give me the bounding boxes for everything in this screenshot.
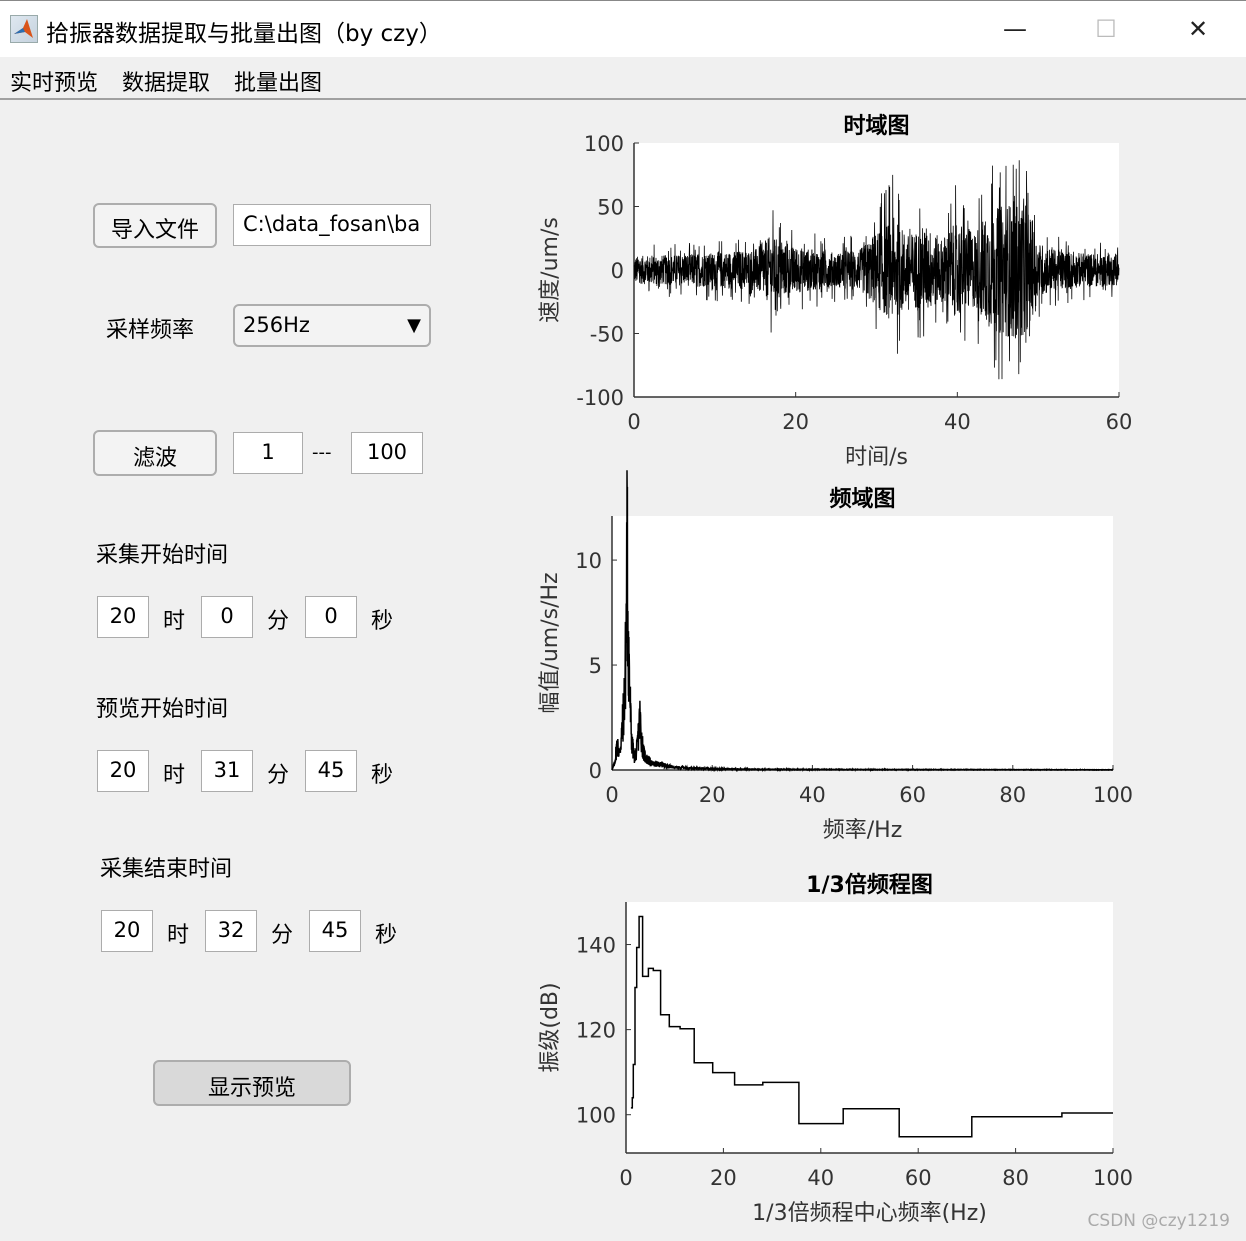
- x-tick-label: 100: [1093, 783, 1133, 807]
- x-tick-label: 80: [999, 783, 1026, 807]
- x-tick-label: 60: [1106, 410, 1133, 434]
- y-tick-label: 10: [575, 549, 602, 573]
- x-axis-label: 时间/s: [845, 445, 908, 470]
- y-tick-label: 100: [584, 132, 624, 156]
- x-tick-label: 100: [1093, 1166, 1133, 1190]
- x-tick-label: 60: [905, 1166, 932, 1190]
- y-tick-label: -50: [590, 323, 624, 347]
- y-tick-label: 100: [576, 1104, 616, 1128]
- x-tick-label: 20: [710, 1166, 737, 1190]
- x-axis-label: 1/3倍频程中心频率(Hz): [752, 1201, 987, 1226]
- y-tick-label: 0: [589, 759, 602, 783]
- chart-title: 1/3倍频程图: [806, 872, 933, 898]
- y-tick-label: 50: [597, 196, 624, 220]
- y-tick-label: 140: [576, 934, 616, 958]
- watermark: CSDN @czy1219: [1087, 1211, 1230, 1231]
- x-tick-label: 0: [605, 783, 618, 807]
- y-tick-label: -100: [576, 386, 624, 410]
- x-tick-label: 40: [944, 410, 971, 434]
- x-tick-label: 40: [799, 783, 826, 807]
- plot-area: [626, 902, 1113, 1153]
- chart-title: 频域图: [829, 486, 895, 512]
- x-axis-label: 频率/Hz: [823, 818, 903, 843]
- x-tick-label: 80: [1002, 1166, 1029, 1190]
- y-axis-label: 振级(dB): [538, 982, 563, 1072]
- x-tick-label: 0: [619, 1166, 632, 1190]
- x-tick-label: 40: [807, 1166, 834, 1190]
- y-tick-label: 5: [589, 654, 602, 678]
- y-axis-label: 幅值/um/s/Hz: [538, 572, 563, 713]
- charts-area: 时域图时间/s速度/um/s0 20 40 60100500-50-100频域图频率/…: [538, 113, 1133, 1226]
- x-tick-label: 60: [899, 783, 926, 807]
- x-tick-label: 20: [782, 410, 809, 434]
- chart-title: 时域图: [843, 113, 909, 139]
- y-axis-label: 速度/um/s: [538, 217, 563, 323]
- x-tick-label: 20: [699, 783, 726, 807]
- plot-area: [612, 516, 1113, 770]
- x-tick-label: 0: [627, 410, 640, 434]
- y-tick-label: 120: [576, 1019, 616, 1043]
- y-tick-label: 0: [611, 259, 624, 283]
